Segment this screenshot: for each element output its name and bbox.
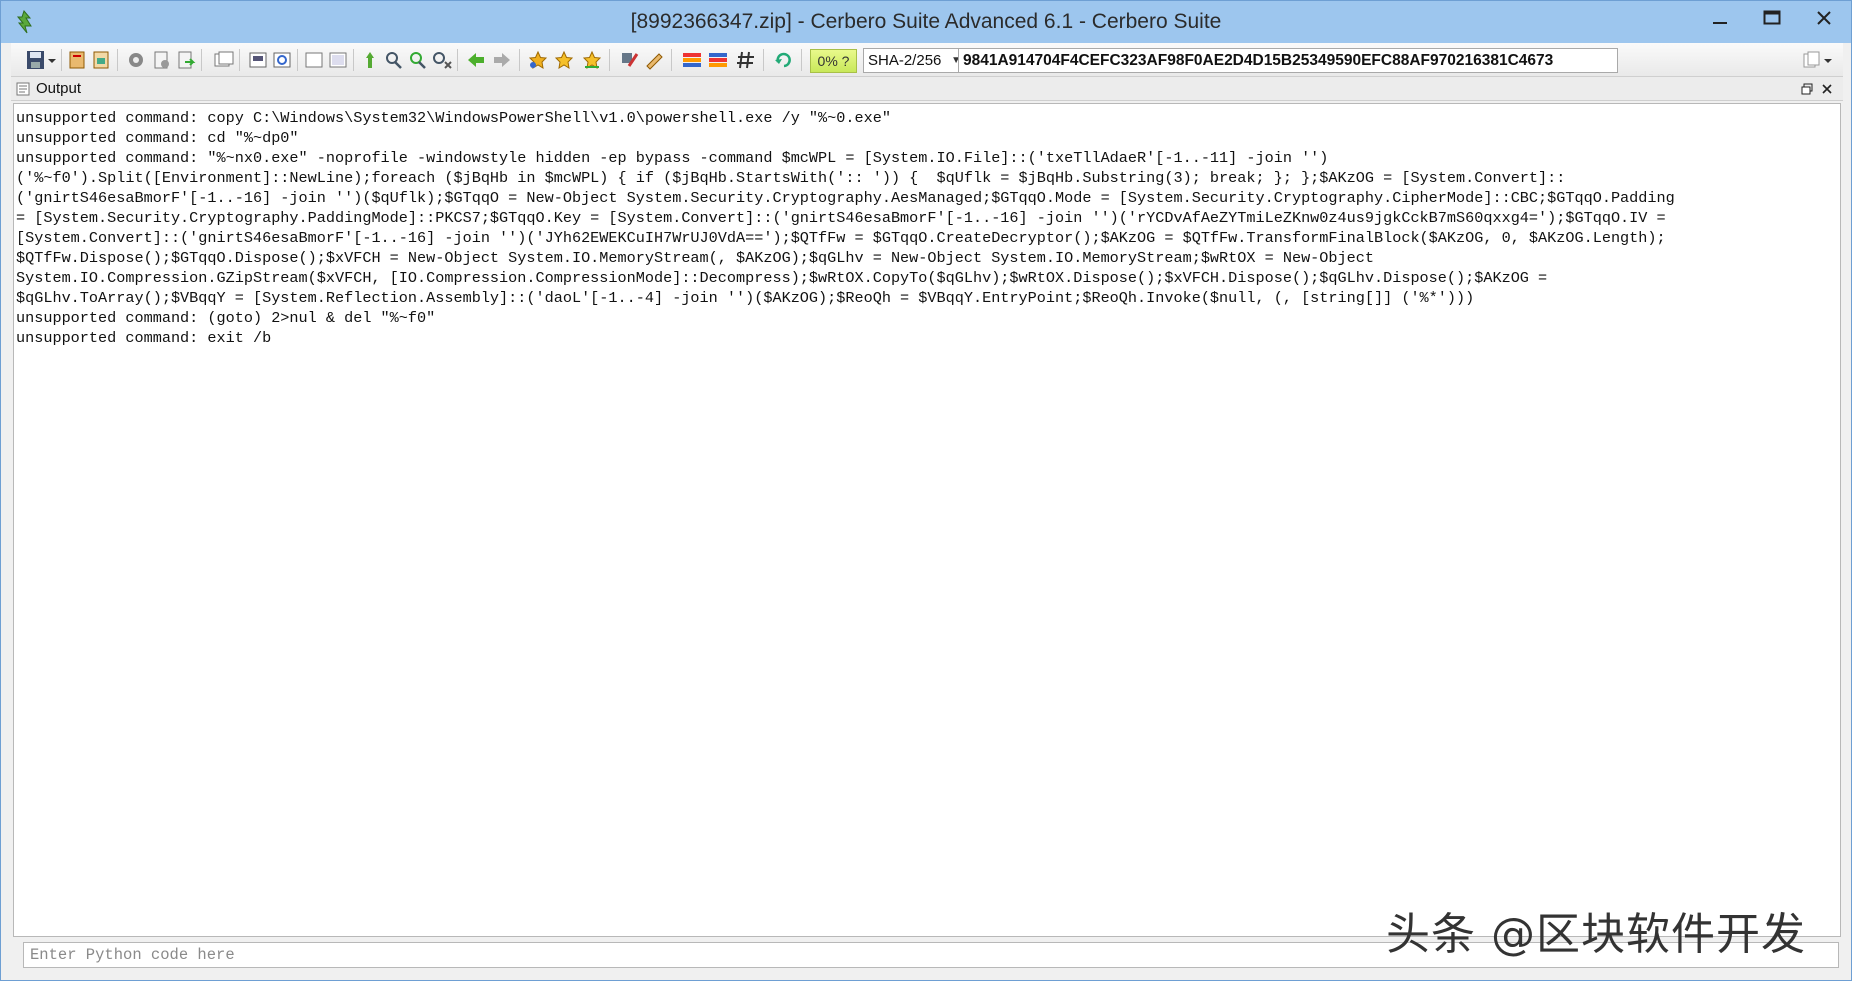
star-icon[interactable] [553, 50, 575, 70]
open-project-icon[interactable] [91, 50, 113, 70]
color-palette-edit-icon[interactable] [707, 50, 729, 70]
hash-algorithm-select[interactable]: SHA-2/256 ▼ [863, 48, 966, 73]
hash-icon[interactable] [735, 50, 757, 70]
toolbar-separator [117, 49, 118, 71]
output-line: unsupported command: (goto) 2>nul & del … [16, 309, 436, 327]
panel-icon[interactable] [303, 50, 325, 70]
output-line: ('%~f0').Split([Environment]::NewLine);f… [16, 169, 1566, 187]
toolbar-separator [609, 49, 610, 71]
window-title: [8992366347.zip] - Cerbero Suite Advance… [630, 10, 1222, 33]
toolbar-separator [353, 49, 354, 71]
minimize-button[interactable] [1694, 1, 1746, 35]
document-icon[interactable] [151, 50, 173, 70]
back-arrow-icon[interactable] [465, 50, 487, 70]
star-list-icon[interactable] [581, 50, 603, 70]
output-line: System.IO.Compression.GZipStream($xVFCH,… [16, 269, 1548, 287]
toolbar-separator [671, 49, 672, 71]
output-text: unsupported command: copy C:\Windows\Sys… [14, 104, 1840, 348]
settings-icon[interactable] [125, 50, 147, 70]
title-bar: [8992366347.zip] - Cerbero Suite Advance… [1, 1, 1851, 43]
output-line: = [System.Security.Cryptography.PaddingM… [16, 209, 1666, 227]
window-controls [1694, 1, 1850, 35]
toolbar-separator [201, 49, 202, 71]
search-icon[interactable] [383, 50, 405, 70]
output-text-area[interactable]: unsupported command: copy C:\Windows\Sys… [13, 103, 1841, 937]
hash-algorithm-label: SHA-2/256 [868, 52, 942, 69]
save-dropdown-icon[interactable] [47, 50, 57, 70]
output-line: ('gnirtS46esaBmorF'[-1..-16] -join '')($… [16, 189, 1675, 207]
output-line: unsupported command: cd "%~dp0" [16, 129, 299, 147]
output-panel-title: Output [36, 80, 82, 97]
main-toolbar: 0% ? SHA-2/256 ▼ 9841A914704F4CEFC323AF9… [11, 43, 1843, 77]
toolbar-separator [457, 49, 458, 71]
maximize-icon [1763, 10, 1781, 25]
output-line: $qGLhv.ToArray();$VBqqY = [System.Reflec… [16, 289, 1475, 307]
windows-icon[interactable] [213, 50, 235, 70]
copy-dropdown-icon[interactable] [1823, 50, 1833, 70]
output-line: $QTfFw.Dispose();$GTqqO.Dispose();$xVFCH… [16, 249, 1374, 267]
pin-icon[interactable] [359, 50, 381, 70]
close-button[interactable] [1798, 1, 1850, 35]
save-icon[interactable] [25, 50, 47, 70]
output-panel-header: Output [11, 77, 1843, 101]
undock-icon[interactable] [1801, 83, 1813, 95]
close-icon [1817, 11, 1831, 25]
toolbar-separator [801, 49, 802, 71]
output-line: unsupported command: "%~nx0.exe" -noprof… [16, 149, 1329, 167]
color-palette-icon[interactable] [681, 50, 703, 70]
panel-close-icon[interactable] [1821, 83, 1833, 95]
pencil-icon[interactable] [643, 50, 665, 70]
toolbar-separator [61, 49, 62, 71]
output-panel-icon [16, 82, 30, 96]
refresh-icon[interactable] [773, 50, 795, 70]
toolbar-separator [763, 49, 764, 71]
minimize-icon [1713, 22, 1727, 24]
output-line: [System.Convert]::('gnirtS46esaBmorF'[-1… [16, 229, 1666, 247]
open-file-icon[interactable] [67, 50, 89, 70]
document-go-icon[interactable] [175, 50, 197, 70]
bookmark-add-icon[interactable] [527, 50, 549, 70]
save-layout-icon[interactable] [247, 50, 269, 70]
panel-split-icon[interactable] [327, 50, 349, 70]
app-window: [8992366347.zip] - Cerbero Suite Advance… [0, 0, 1852, 981]
hash-value-field[interactable]: 9841A914704F4CEFC323AF98F0AE2D4D15B25349… [958, 48, 1618, 73]
toolbar-separator [239, 49, 240, 71]
edit-tools-icon[interactable] [619, 50, 641, 70]
output-line: unsupported command: copy C:\Windows\Sys… [16, 109, 891, 127]
maximize-button[interactable] [1746, 1, 1798, 35]
copy-hash-icon[interactable] [1801, 50, 1823, 70]
reload-layout-icon[interactable] [271, 50, 293, 70]
scan-progress-badge[interactable]: 0% ? [810, 49, 857, 73]
toolbar-separator [297, 49, 298, 71]
forward-arrow-icon[interactable] [491, 50, 513, 70]
toolbar-separator [519, 49, 520, 71]
search-next-icon[interactable] [407, 50, 429, 70]
output-line: unsupported command: exit /b [16, 329, 272, 347]
watermark-text: 头条 @区块软件开发 [1386, 909, 1806, 960]
search-clear-icon[interactable] [431, 50, 453, 70]
